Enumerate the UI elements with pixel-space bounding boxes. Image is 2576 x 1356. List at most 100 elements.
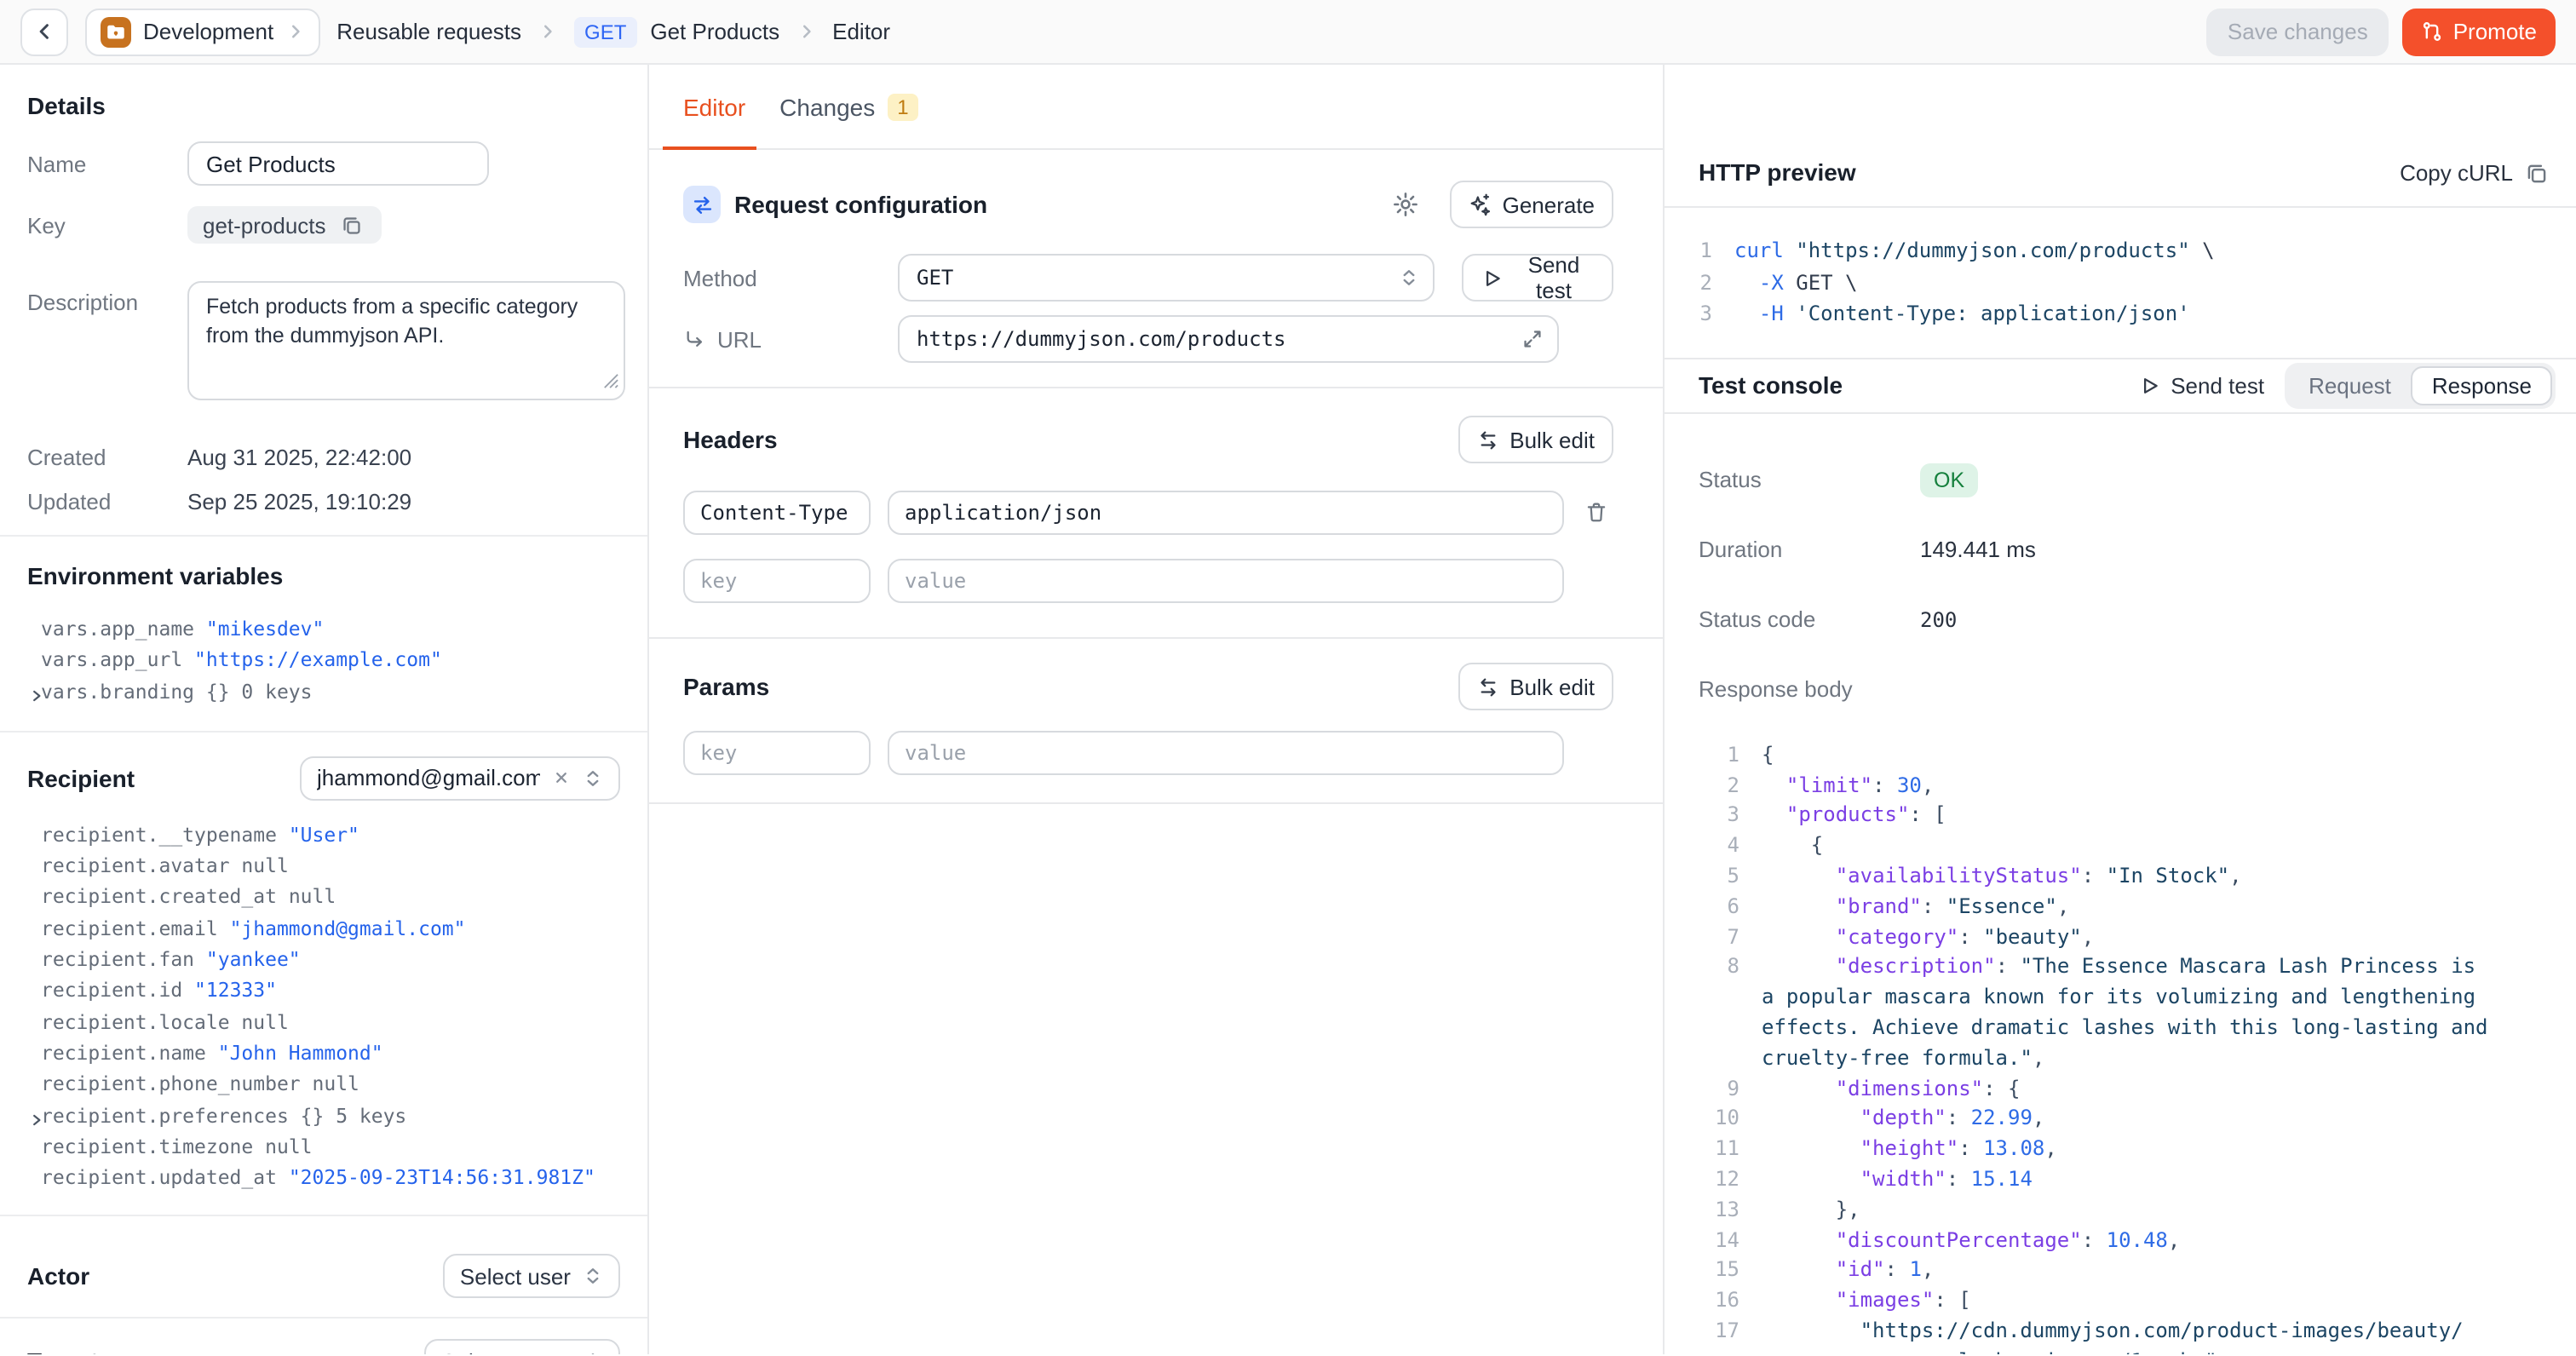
recipient-attr-row: recipient.fan "yankee" [41, 944, 620, 975]
request-config-title: Request configuration [734, 191, 987, 218]
trash-icon[interactable] [1581, 497, 1612, 528]
clear-icon[interactable] [552, 769, 571, 788]
app-root: Development Reusable requests GET Get Pr… [0, 0, 2576, 1356]
breadcrumb-editor[interactable]: Editor [832, 19, 890, 44]
folder-icon [101, 16, 131, 47]
disclosure-chevron-icon[interactable] [29, 681, 44, 712]
code-line: 17 "https://cdn.dummyjson.com/product-im… [1705, 1317, 2542, 1347]
copy-curl-button[interactable]: Copy cURL [2400, 160, 2549, 186]
toggle-request[interactable]: Request [2288, 366, 2412, 405]
details-sidebar: Details Name Key get-products Descri [0, 65, 649, 1354]
expand-icon[interactable] [1521, 328, 1544, 350]
editor-tabbar: Editor Changes 1 [649, 65, 1663, 150]
response-body-code: 1{2 "limit": 30,3 "products": [4 {5 "ava… [1688, 741, 2542, 1354]
line-content: "limit": 30, [1762, 771, 1934, 802]
line-content: "https://cdn.dummyjson.com/product-image… [1762, 1317, 2464, 1347]
param-key-input[interactable] [683, 731, 871, 775]
save-changes-button[interactable]: Save changes [2207, 8, 2389, 55]
line-number [1705, 1014, 1739, 1044]
topbar: Development Reusable requests GET Get Pr… [0, 0, 2576, 65]
recipient-attr-row: recipient.id "12333" [41, 975, 620, 1007]
line-number: 13 [1705, 1195, 1739, 1226]
console-send-test-button[interactable]: Send test [2138, 373, 2264, 399]
line-number: 9 [1705, 1074, 1739, 1105]
breadcrumb-reusable-requests[interactable]: Reusable requests [336, 19, 521, 44]
created-label: Created [27, 445, 187, 470]
headers-title: Headers [683, 426, 778, 453]
promote-branch-icon [2421, 20, 2443, 43]
code-line: a popular mascara known for its volumizi… [1705, 983, 2542, 1014]
line-content: { [1762, 831, 1823, 862]
method-select[interactable]: GET [898, 254, 1435, 302]
line-content: "id": 1, [1762, 1256, 1934, 1287]
headers-bulk-edit-button[interactable]: Bulk edit [1458, 416, 1613, 463]
attr-key: recipient.preferences [41, 1103, 301, 1127]
line-content: "width": 15.14 [1762, 1165, 2033, 1196]
swap-vertical-icon [1477, 428, 1499, 451]
key-badge: get-products [187, 206, 382, 244]
code-line: essence-mascara-lash-princess/1.webp" [1705, 1347, 2542, 1354]
params-bulk-edit-button[interactable]: Bulk edit [1458, 663, 1613, 710]
code-line: 10 "depth": 22.99, [1705, 1105, 2542, 1135]
param-value-input[interactable] [888, 731, 1564, 775]
toggle-response[interactable]: Response [2412, 366, 2552, 405]
code-line: 12 "width": 15.14 [1705, 1165, 2542, 1196]
resize-handle-icon[interactable] [603, 366, 618, 397]
swap-vertical-icon [1477, 675, 1499, 698]
attr-value: "jhammond@gmail.com" [230, 916, 466, 940]
code-line: 16 "images": [ [1705, 1286, 2542, 1317]
env-vars-heading: Environment variables [27, 562, 620, 589]
env-vars-list: vars.app_name "mikesdev"vars.app_url "ht… [27, 613, 620, 707]
attr-key: recipient.id [41, 979, 194, 1003]
generate-button[interactable]: Generate [1450, 181, 1613, 228]
promote-button[interactable]: Promote [2402, 8, 2556, 55]
line-number: 16 [1705, 1286, 1739, 1317]
request-response-toggle: Request Response [2285, 363, 2556, 409]
play-icon [2138, 375, 2160, 397]
recipient-attr-row: recipient.created_at null [41, 882, 620, 913]
chevron-up-down-icon [1399, 267, 1419, 288]
attr-key: vars.app_name [41, 617, 206, 641]
recipient-attr-row: recipient.locale null [41, 1006, 620, 1037]
gear-icon[interactable] [1389, 187, 1423, 221]
tab-editor[interactable]: Editor [683, 65, 745, 148]
actor-select[interactable]: Select user [443, 1255, 620, 1299]
breadcrumb-request-name[interactable]: Get Products [650, 19, 779, 44]
attr-key: recipient.fan [41, 947, 206, 971]
copy-icon[interactable] [338, 210, 367, 239]
header-key-input[interactable] [683, 491, 871, 535]
line-content: "depth": 22.99, [1762, 1105, 2044, 1135]
back-button[interactable] [20, 8, 68, 55]
swap-arrows-icon [683, 186, 721, 223]
code-line: 4 { [1705, 831, 2542, 862]
target-select[interactable]: Select tenant [424, 1340, 620, 1354]
name-input[interactable] [187, 141, 489, 186]
send-test-button[interactable]: Send test [1462, 254, 1613, 302]
line-number: 11 [1705, 1135, 1739, 1165]
code-line: 13 }, [1705, 1195, 2542, 1226]
actor-heading: Actor [27, 1263, 89, 1290]
header-value-input-empty[interactable] [888, 559, 1564, 603]
line-content: -X GET \ [1734, 267, 1858, 298]
line-number: 4 [1705, 831, 1739, 862]
line-number: 7 [1705, 922, 1739, 953]
line-content: "dimensions": { [1762, 1074, 2021, 1105]
tab-changes[interactable]: Changes 1 [779, 65, 918, 148]
header-value-input[interactable] [888, 491, 1564, 535]
description-textarea[interactable]: Fetch products from a specific category … [187, 281, 625, 400]
line-number: 3 [1705, 802, 1739, 832]
line-number: 1 [1688, 235, 1712, 267]
recipient-attr-row: recipient.phone_number null [41, 1069, 620, 1100]
url-input[interactable] [898, 315, 1559, 363]
attr-key: recipient.locale [41, 1009, 241, 1033]
header-key-input-empty[interactable] [683, 559, 871, 603]
line-number [1705, 1044, 1739, 1075]
name-label: Name [27, 151, 187, 176]
created-value: Aug 31 2025, 22:42:00 [187, 445, 411, 470]
line-number: 3 [1688, 298, 1712, 330]
updated-value: Sep 25 2025, 19:10:29 [187, 489, 411, 514]
project-switcher[interactable]: Development [85, 8, 319, 55]
recipient-select[interactable]: jhammond@gmail.com [300, 756, 620, 801]
line-number: 8 [1705, 953, 1739, 984]
sparkles-icon [1469, 192, 1492, 216]
